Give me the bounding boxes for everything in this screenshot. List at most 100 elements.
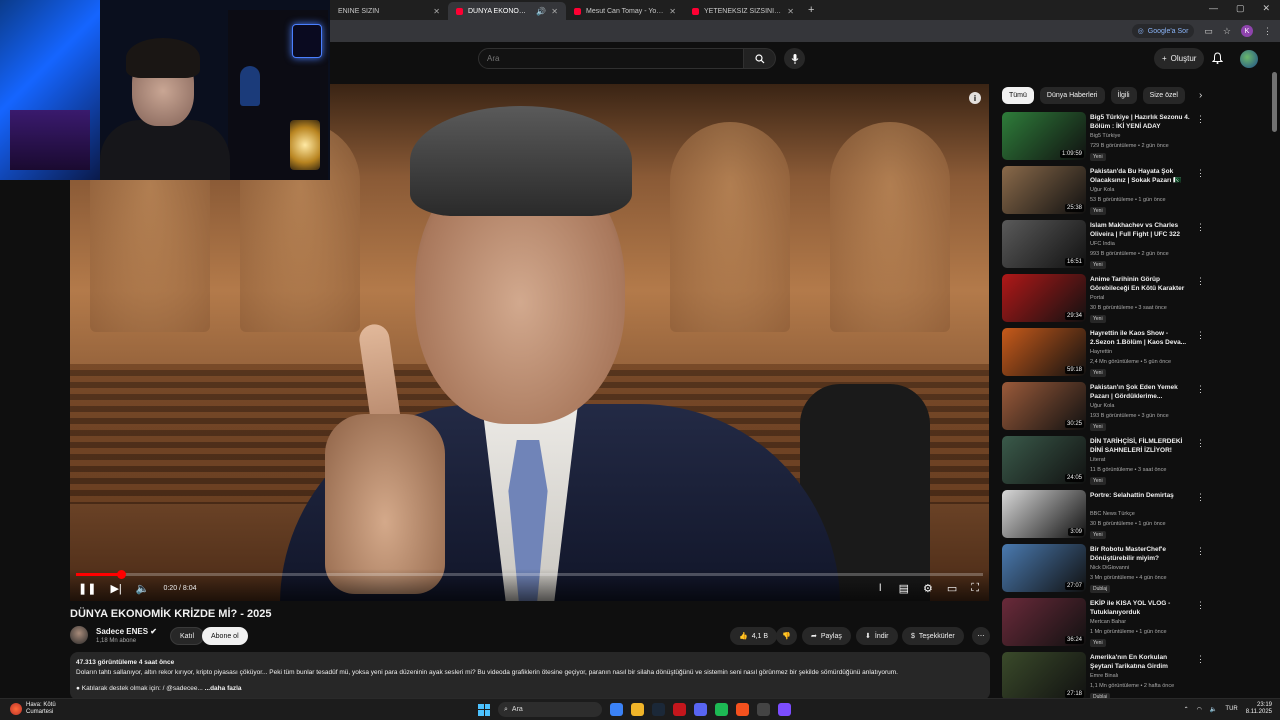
channel-handle-link[interactable]: / @sadecee...: [163, 685, 203, 692]
chip-related[interactable]: İlgili: [1110, 87, 1137, 104]
video-thumbnail[interactable]: 29:34: [1002, 274, 1086, 322]
create-button[interactable]: + Oluştur: [1154, 48, 1205, 69]
join-button[interactable]: Katıl: [170, 627, 205, 645]
video-thumbnail[interactable]: 27:18: [1002, 652, 1086, 700]
channel-name[interactable]: Sadece ENES ✔: [96, 627, 157, 636]
video-thumbnail[interactable]: 16:51: [1002, 220, 1086, 268]
new-tab-button[interactable]: +: [808, 4, 814, 16]
recommendation-channel[interactable]: Uğur Kola: [1090, 187, 1114, 193]
recommendation-item[interactable]: 25:38 Pakistan'da Bu Hayata Şok Olacaksın…: [1002, 166, 1207, 220]
scrollbar-thumb[interactable]: [1272, 72, 1277, 132]
channel-avatar[interactable]: [70, 626, 88, 644]
account-avatar[interactable]: [1240, 50, 1258, 68]
spotify-icon[interactable]: [715, 703, 728, 716]
volume-tray-icon[interactable]: 🔈: [1210, 706, 1217, 713]
more-options-icon[interactable]: ⋮: [1196, 546, 1205, 557]
chip-world-news[interactable]: Dünya Haberleri: [1039, 87, 1105, 104]
browser-tab-active[interactable]: DÜNYA EKONOMİK KRİZDE 🔊 ✕: [448, 2, 566, 20]
share-button[interactable]: ➦ Paylaş: [802, 627, 851, 645]
file-explorer-icon[interactable]: [631, 703, 644, 716]
chevron-right-icon[interactable]: ›: [1199, 90, 1202, 101]
more-actions-button[interactable]: ⋯: [972, 627, 990, 645]
weather-widget[interactable]: Hava: Kötü Cumartesi: [10, 702, 56, 716]
show-more-link[interactable]: ...daha fazla: [205, 685, 242, 692]
more-options-icon[interactable]: ⋮: [1196, 330, 1205, 341]
settings-gear-icon[interactable]: ⚙: [923, 582, 933, 595]
close-window-icon[interactable]: ✕: [1262, 3, 1270, 14]
recommendation-channel[interactable]: UFC India: [1090, 241, 1115, 247]
more-options-icon[interactable]: ⋮: [1196, 168, 1205, 179]
windows-start-icon[interactable]: [478, 703, 490, 716]
scrubber-handle[interactable]: [117, 570, 127, 579]
profile-avatar[interactable]: K: [1241, 25, 1253, 37]
subscribe-button[interactable]: Abone ol: [202, 627, 248, 645]
recommendation-title[interactable]: Hayrettin ile Kaos Show - 2.Sezon 1.Bölü…: [1090, 329, 1190, 347]
recommendation-title[interactable]: EKİP ile KISA YOL VLOG - Tutuklanıyorduk: [1090, 599, 1190, 617]
recommendation-item[interactable]: 24:05 DİN TARİHÇİSİ, FİLMLERDEKİ DİNİ SAH…: [1002, 436, 1207, 490]
wifi-icon[interactable]: ◠: [1197, 706, 1202, 713]
recommendation-channel[interactable]: Nick DiGiovanni: [1090, 565, 1129, 571]
steam-icon[interactable]: [652, 703, 665, 716]
more-options-icon[interactable]: ⋮: [1196, 654, 1205, 665]
tray-chevron-icon[interactable]: ⌃: [1184, 706, 1189, 713]
close-icon[interactable]: ✕: [669, 7, 676, 16]
video-thumbnail[interactable]: 3:09: [1002, 490, 1086, 538]
next-icon[interactable]: ▶|: [110, 582, 121, 595]
thanks-button[interactable]: $ Teşekkürler: [902, 627, 964, 645]
google-lens-button[interactable]: ◎ Google'a Sor: [1131, 24, 1195, 38]
theater-mode-icon[interactable]: ▭: [947, 582, 957, 595]
recommendation-title[interactable]: Islam Makhachev vs Charles Oliveira | Fu…: [1090, 221, 1190, 239]
taskbar-search[interactable]: ⌕ Ara: [498, 702, 602, 717]
dislike-button[interactable]: 👎: [776, 627, 797, 645]
volume-icon[interactable]: 🔈: [136, 582, 150, 595]
recommendation-channel[interactable]: Mertcan Bahar: [1090, 619, 1126, 625]
clock[interactable]: 23:19 8.11.2025: [1246, 702, 1272, 716]
recommendation-title[interactable]: DİN TARİHÇİSİ, FİLMLERDEKİ DİNİ SAHNELER…: [1090, 437, 1190, 455]
page-scrollbar[interactable]: [1272, 72, 1277, 692]
browser-tab[interactable]: Mesut Can Tomay - YouTube ✕: [566, 2, 684, 20]
video-thumbnail[interactable]: 27:07: [1002, 544, 1086, 592]
chrome-icon[interactable]: [610, 703, 623, 716]
menu-dots-icon[interactable]: ⋮: [1263, 26, 1272, 37]
browser-tab[interactable]: YETENEKSİZ SİZSİNİZ 1. BÖLÜM ✕: [684, 2, 802, 20]
recommendation-item[interactable]: 3:09 Portre: Selahattin Demirtaş BBC News …: [1002, 490, 1207, 544]
progress-bar[interactable]: [76, 570, 983, 579]
recommendation-title[interactable]: Portre: Selahattin Demirtaş: [1090, 491, 1190, 500]
recommendation-item[interactable]: 1:09:59 Big5 Türkiye | Hazırlık Sezonu 4.…: [1002, 112, 1207, 166]
recommendation-channel[interactable]: Hayrettin: [1090, 349, 1112, 355]
more-options-icon[interactable]: ⋮: [1196, 384, 1205, 395]
download-button[interactable]: ⬇ İndir: [856, 627, 898, 645]
video-thumbnail[interactable]: 24:05: [1002, 436, 1086, 484]
recommendation-title[interactable]: Bir Robotu MasterChef'e Dönüştürebilir m…: [1090, 545, 1190, 563]
recommendation-channel[interactable]: Uğur Kola: [1090, 403, 1114, 409]
more-options-icon[interactable]: ⋮: [1196, 492, 1205, 503]
recommendation-title[interactable]: Pakistan'ın Şok Eden Yemek Pazarı | Görd…: [1090, 383, 1190, 401]
speaker-icon[interactable]: 🔊: [536, 7, 546, 16]
more-options-icon[interactable]: ⋮: [1196, 600, 1205, 611]
language-indicator[interactable]: TUR: [1225, 706, 1237, 712]
cast-icon[interactable]: ▭: [1204, 26, 1213, 37]
minimize-icon[interactable]: —: [1209, 3, 1218, 14]
obs-icon[interactable]: [757, 703, 770, 716]
recommendation-channel[interactable]: Portal: [1090, 295, 1104, 301]
autoplay-toggle-icon[interactable]: ⏽: [876, 582, 885, 595]
recommendation-item[interactable]: 29:34 Anime Tarihinin Görüp Görebileceği …: [1002, 274, 1207, 328]
more-options-icon[interactable]: ⋮: [1196, 438, 1205, 449]
maximize-icon[interactable]: ▢: [1236, 3, 1245, 14]
more-options-icon[interactable]: ⋮: [1196, 114, 1205, 125]
discord-icon[interactable]: [694, 703, 707, 716]
info-icon[interactable]: i: [969, 92, 981, 104]
recommendation-item[interactable]: 36:24 EKİP ile KISA YOL VLOG - Tutuklanıy…: [1002, 598, 1207, 652]
video-thumbnail[interactable]: 36:24: [1002, 598, 1086, 646]
recommendation-channel[interactable]: Literat: [1090, 457, 1105, 463]
recommendation-channel[interactable]: BBC News Türkçe: [1090, 511, 1135, 517]
recommendation-title[interactable]: Amerika'nın En Korkulan Şeytani Tarikatı…: [1090, 653, 1190, 671]
recommendation-title[interactable]: Pakistan'da Bu Hayata Şok Olacaksınız | …: [1090, 167, 1190, 185]
fullscreen-icon[interactable]: ⛶: [971, 582, 979, 595]
search-button[interactable]: [744, 48, 776, 69]
app-icon[interactable]: [736, 703, 749, 716]
voice-search-button[interactable]: [784, 48, 805, 69]
bookmark-star-icon[interactable]: ☆: [1223, 26, 1231, 37]
recommendation-channel[interactable]: Big5 Türkiye: [1090, 133, 1120, 139]
browser-tab[interactable]: ENINE SİZİN ✕: [330, 2, 448, 20]
